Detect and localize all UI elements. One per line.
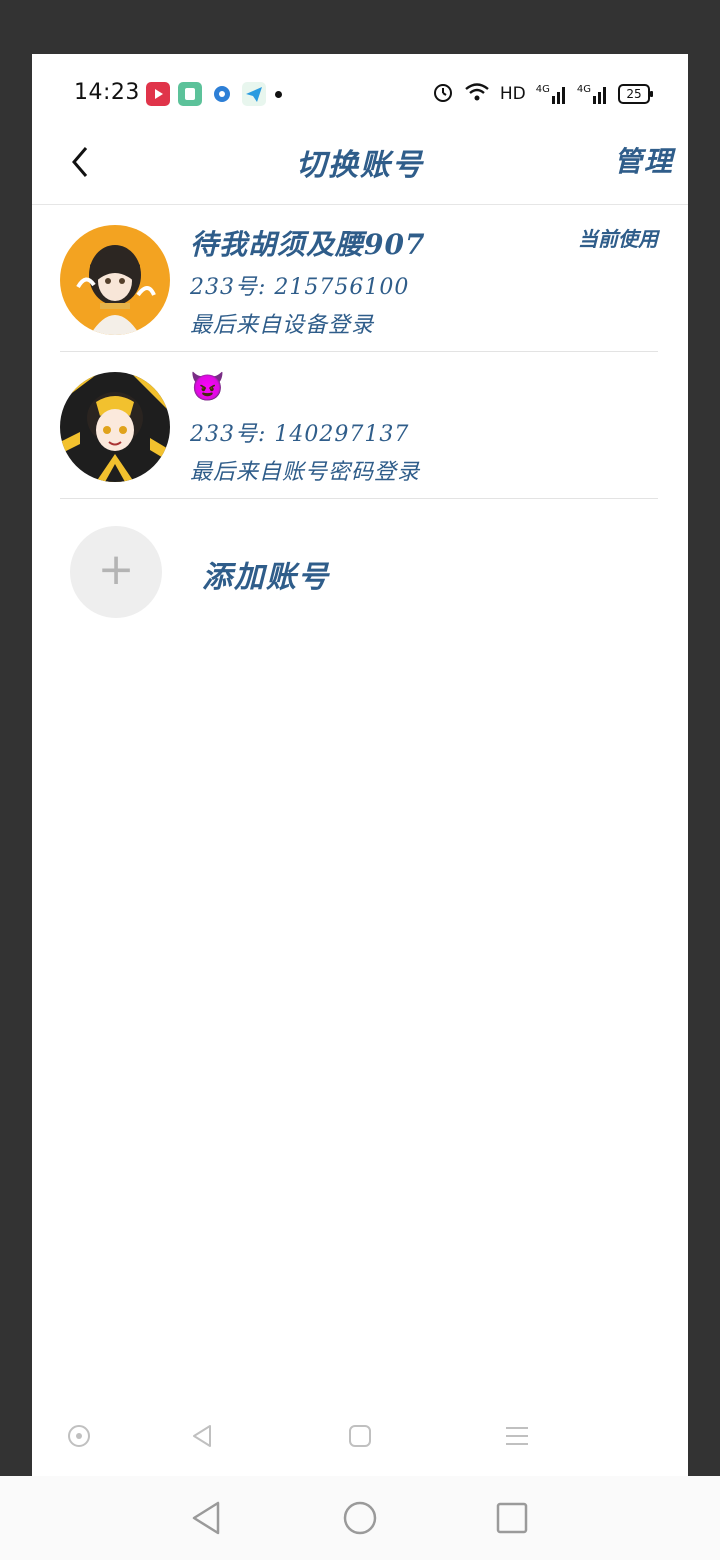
inner-home-button[interactable] xyxy=(346,1422,374,1450)
inner-back-button[interactable] xyxy=(188,1422,216,1450)
menu-icon xyxy=(506,1427,528,1445)
plus-icon: + xyxy=(70,526,162,618)
avatar xyxy=(60,225,170,335)
account-login-method: 最后来自设备登录 xyxy=(190,313,375,338)
account-id: 233号: 215756100 xyxy=(190,275,410,300)
page-title: 切换账号 xyxy=(296,148,424,183)
record-button[interactable] xyxy=(65,1422,93,1450)
app-screen: 14:23 HD 4G 4G 25 切换账号 管理 待我胡须及腰907 233号… xyxy=(32,54,688,1476)
triangle-back-icon xyxy=(192,1501,220,1535)
inner-menu-button[interactable] xyxy=(503,1422,531,1450)
signal-icon-1: 4G xyxy=(536,84,567,104)
top-bar: 切换账号 管理 xyxy=(32,134,688,205)
manage-button[interactable]: 管理 xyxy=(614,140,674,180)
wifi-icon xyxy=(464,81,490,107)
current-account-badge: 当前使用 xyxy=(578,227,658,251)
account-id: 233号: 140297137 xyxy=(190,422,410,447)
system-back-button[interactable] xyxy=(188,1500,224,1536)
triangle-back-icon xyxy=(193,1425,211,1447)
circle-app-icon xyxy=(210,82,234,106)
inner-navigation-bar xyxy=(32,1404,688,1468)
status-time: 14:23 xyxy=(74,80,140,105)
rounded-square-icon xyxy=(349,1425,371,1447)
account-item[interactable]: 待我胡须及腰907 233号: 215756100 最后来自设备登录 当前使用 xyxy=(60,205,658,352)
video-app-icon xyxy=(146,82,170,106)
system-navigation-bar xyxy=(0,1476,720,1560)
hd-label: HD xyxy=(499,84,526,104)
status-indicators: HD 4G 4G 25 xyxy=(432,81,653,107)
add-account-label: 添加账号 xyxy=(202,560,330,595)
account-login-method: 最后来自账号密码登录 xyxy=(190,460,421,485)
notification-dot-icon xyxy=(275,91,282,98)
signal-icon-2: 4G xyxy=(577,84,608,104)
record-icon xyxy=(68,1425,90,1447)
status-bar: 14:23 HD 4G 4G 25 xyxy=(32,54,688,134)
telegram-app-icon xyxy=(242,82,266,106)
battery-icon: 25 xyxy=(618,84,653,104)
account-item[interactable]: 😈 233号: 140297137 最后来自账号密码登录 xyxy=(60,352,658,499)
circle-home-icon xyxy=(343,1501,377,1535)
square-recents-icon xyxy=(496,1502,528,1534)
account-name: 待我胡须及腰907 xyxy=(190,228,426,261)
account-name: 😈 xyxy=(190,370,226,403)
money-app-icon xyxy=(178,82,202,106)
alarm-icon xyxy=(432,81,454,107)
avatar xyxy=(60,372,170,482)
add-account-button[interactable]: + 添加账号 xyxy=(70,526,630,618)
system-recents-button[interactable] xyxy=(494,1500,530,1536)
system-home-button[interactable] xyxy=(342,1500,378,1536)
